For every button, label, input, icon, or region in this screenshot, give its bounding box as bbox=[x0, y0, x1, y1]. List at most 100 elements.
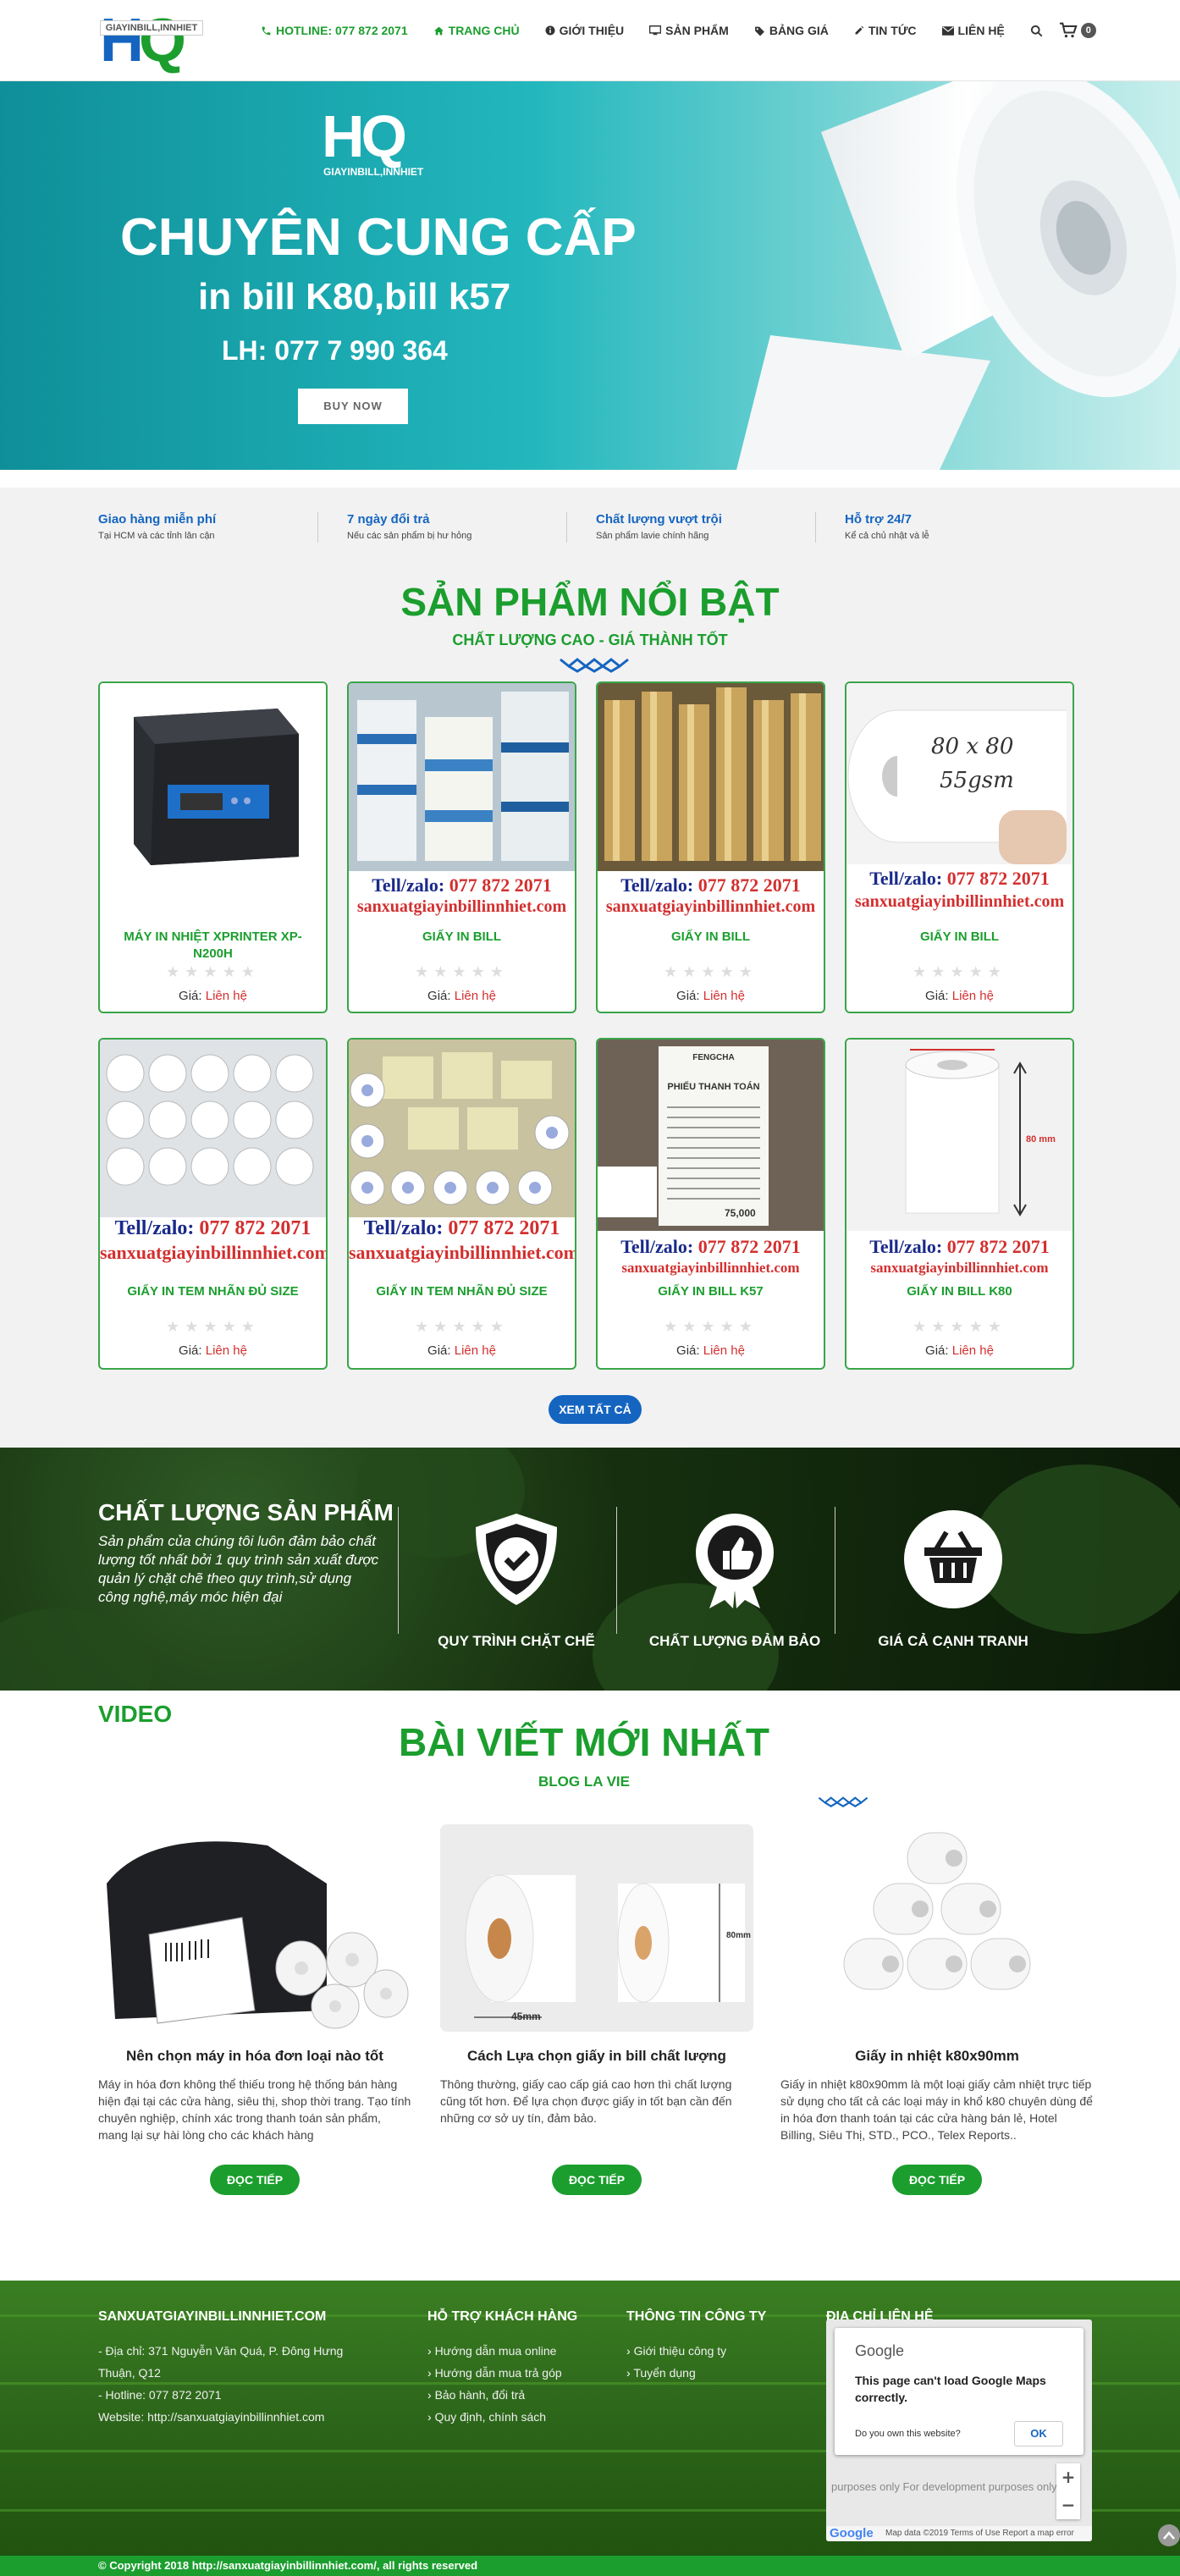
price-value: Liên hệ bbox=[454, 989, 496, 1003]
post-image[interactable] bbox=[440, 1824, 753, 2032]
product-price: Giá: Liên hệ bbox=[846, 1343, 1072, 1360]
product-name[interactable]: GIẤY IN BILL K57 bbox=[606, 1283, 815, 1300]
nav-products[interactable]: SẢN PHẨM bbox=[649, 22, 729, 39]
zoom-in-button[interactable]: + bbox=[1056, 2463, 1080, 2491]
footer-address-2: Thuận, Q12 bbox=[98, 2366, 161, 2380]
product-card[interactable]: FENGCHA PHIẾU THANH TOÁN 75,000 Tell/zal… bbox=[596, 1038, 825, 1370]
video-title: VIDEO bbox=[98, 1701, 173, 1727]
read-more-button[interactable]: ĐỌC TIẾP bbox=[552, 2165, 642, 2195]
rating-stars: ★★★★★ bbox=[664, 1318, 758, 1336]
product-name[interactable]: GIẤY IN BILL bbox=[855, 929, 1064, 946]
product-card[interactable]: Tell/zalo: 077 872 2071 sanxuatgiayinbil… bbox=[98, 1038, 328, 1370]
footer-link[interactable]: Hướng dẫn mua online bbox=[427, 2340, 577, 2362]
product-image[interactable] bbox=[598, 1040, 824, 1231]
post-excerpt: Thông thường, giấy cao cấp giá cao hơn t… bbox=[440, 2077, 732, 2125]
product-image[interactable] bbox=[349, 1040, 575, 1217]
rating-stars: ★★★★★ bbox=[415, 1318, 509, 1336]
product-card[interactable]: MÁY IN NHIỆT XPRINTER XP-N200H ★★★★★ Giá… bbox=[98, 681, 328, 1013]
tags-icon bbox=[754, 26, 764, 36]
read-more-button[interactable]: ĐỌC TIẾP bbox=[892, 2165, 982, 2195]
site-logo[interactable]: HQ GIAYINBILL,INNHIET bbox=[96, 2, 207, 76]
roll-width-label: 80mm bbox=[726, 1931, 751, 1940]
divider bbox=[398, 1507, 399, 1634]
price-label: Giá: bbox=[179, 1343, 202, 1358]
search-button[interactable] bbox=[1030, 25, 1047, 37]
post-title[interactable]: Cách Lựa chọn giấy in bill chất lượng bbox=[440, 2047, 753, 2066]
printer-image bbox=[100, 683, 326, 878]
buy-now-button[interactable]: BUY NOW bbox=[298, 389, 408, 424]
nav-about[interactable]: GIỚI THIỆU bbox=[545, 22, 624, 39]
back-to-top-button[interactable] bbox=[1158, 2524, 1180, 2546]
logo-mark: HQ bbox=[100, 7, 186, 74]
cart-button[interactable]: 0 bbox=[1059, 22, 1096, 39]
post-title[interactable]: Giấy in nhiệt k80x90mm bbox=[780, 2047, 1094, 2066]
basket-icon bbox=[904, 1510, 1002, 1608]
price-label: Giá: bbox=[676, 989, 700, 1003]
hotline[interactable]: HOTLINE: 077 872 2071 bbox=[261, 22, 408, 39]
product-image[interactable] bbox=[349, 683, 575, 871]
price-value: Liên hệ bbox=[703, 989, 745, 1003]
badge-strict-process: QUY TRÌNH CHẶT CHẼ bbox=[423, 1509, 609, 1650]
product-card[interactable]: 80 x 80 55gsm Tell/zalo: 077 872 2071 sa… bbox=[845, 681, 1074, 1013]
footer-link[interactable]: Quy định, chính sách bbox=[427, 2406, 577, 2428]
feature-sub: Kể cả chủ nhật và lễ bbox=[845, 531, 929, 541]
tell-label: Tell/zalo: bbox=[363, 1217, 444, 1239]
product-image[interactable] bbox=[100, 683, 326, 878]
blog-post: 80mm 45mm Cách Lựa chọn giấy in bill chấ… bbox=[440, 1824, 753, 2195]
blog-post: Giấy in nhiệt k80x90mm Giấy in nhiệt k80… bbox=[780, 1824, 1094, 2195]
footer-link[interactable]: Giới thiệu công ty bbox=[626, 2340, 766, 2362]
product-image[interactable] bbox=[598, 683, 824, 871]
post-image[interactable] bbox=[98, 1824, 411, 2032]
read-more-button[interactable]: ĐỌC TIẾP bbox=[210, 2165, 300, 2195]
map-zoom-control[interactable]: + − bbox=[1056, 2463, 1080, 2519]
badge-label: QUY TRÌNH CHẶT CHẼ bbox=[438, 1633, 595, 1649]
hero-banner[interactable]: HQ GIAYINBILL,INNHIET CHUYÊN CUNG CẤP in… bbox=[0, 81, 1180, 470]
product-price: Giá: Liên hệ bbox=[349, 1343, 575, 1360]
price-value: Liên hệ bbox=[205, 1343, 247, 1358]
price-label: Giá: bbox=[179, 989, 202, 1003]
post-image[interactable] bbox=[780, 1824, 1094, 2032]
nav-contact[interactable]: LIÊN HỆ bbox=[941, 22, 1005, 39]
map-error-question[interactable]: Do you own this website? bbox=[855, 2428, 961, 2440]
nav-news[interactable]: TIN TỨC bbox=[854, 22, 917, 39]
product-card[interactable]: Tell/zalo: 077 872 2071 sanxuatgiayinbil… bbox=[347, 681, 576, 1013]
contact-overlay: Tell/zalo: 077 872 2071 bbox=[846, 1236, 1072, 1258]
price-value: Liên hệ bbox=[951, 1343, 994, 1358]
footer-link[interactable]: Tuyển dụng bbox=[626, 2362, 766, 2384]
footer-link[interactable]: Bảo hành, đổi trả bbox=[427, 2384, 577, 2406]
product-name[interactable]: GIẤY IN TEM NHÃN ĐỦ SIZE bbox=[108, 1283, 317, 1300]
footer-website[interactable]: Website: http://sanxuatgiayinbillinnhiet… bbox=[98, 2406, 343, 2428]
product-name[interactable]: GIẤY IN BILL bbox=[357, 929, 566, 946]
tell-number: 077 872 2071 bbox=[698, 874, 801, 896]
handwritten-gsm: 55gsm bbox=[940, 768, 1014, 793]
google-wordmark: Google bbox=[855, 2342, 905, 2359]
product-card[interactable]: Tell/zalo: 077 872 2071 sanxuatgiayinbil… bbox=[596, 681, 825, 1013]
view-all-button[interactable]: XEM TẤT CẢ bbox=[549, 1395, 642, 1424]
product-name[interactable]: GIẤY IN TEM NHÃN ĐỦ SIZE bbox=[357, 1283, 566, 1300]
map-ok-button[interactable]: OK bbox=[1014, 2421, 1063, 2446]
product-name[interactable]: MÁY IN NHIỆT XPRINTER XP-N200H bbox=[108, 929, 317, 963]
rating-stars: ★★★★★ bbox=[166, 1318, 260, 1336]
product-card[interactable]: 80 mm Tell/zalo: 077 872 2071 sanxuatgia… bbox=[845, 1038, 1074, 1370]
clover-leaf bbox=[0, 1608, 152, 1691]
tell-label: Tell/zalo: bbox=[620, 1236, 694, 1257]
product-image[interactable] bbox=[100, 1040, 326, 1217]
site-overlay: sanxuatgiayinbillinnhiet.com bbox=[870, 1260, 1049, 1276]
post-title[interactable]: Nên chọn máy in hóa đơn loại nào tốt bbox=[98, 2047, 411, 2066]
nav-home[interactable]: TRANG CHỦ bbox=[433, 22, 520, 39]
wave-divider-icon bbox=[818, 1796, 868, 1807]
price-label: Giá: bbox=[925, 989, 949, 1003]
nav-products-label: SẢN PHẨM bbox=[665, 24, 729, 37]
product-name[interactable]: GIẤY IN BILL K80 bbox=[855, 1283, 1064, 1300]
product-name[interactable]: GIẤY IN BILL bbox=[606, 929, 815, 946]
hero-logo-mark: HQ bbox=[322, 103, 407, 169]
zoom-out-button[interactable]: − bbox=[1056, 2491, 1080, 2519]
footer-link[interactable]: Hướng dẫn mua trả góp bbox=[427, 2362, 577, 2384]
quality-description: Sản phẩm của chúng tôi luôn đảm bảo chất… bbox=[98, 1533, 379, 1605]
site-overlay: sanxuatgiayinbillinnhiet.com bbox=[356, 897, 567, 916]
nav-pricelist[interactable]: BẢNG GIÁ bbox=[754, 22, 829, 39]
monitor-icon bbox=[649, 25, 662, 36]
google-map[interactable]: purposes only For development purposes o… bbox=[826, 2320, 1092, 2541]
product-card[interactable]: Tell/zalo: 077 872 2071 sanxuatgiayinbil… bbox=[347, 1038, 576, 1370]
copyright-bar: © Copyright 2018 http://sanxuatgiayinbil… bbox=[0, 2556, 1180, 2576]
